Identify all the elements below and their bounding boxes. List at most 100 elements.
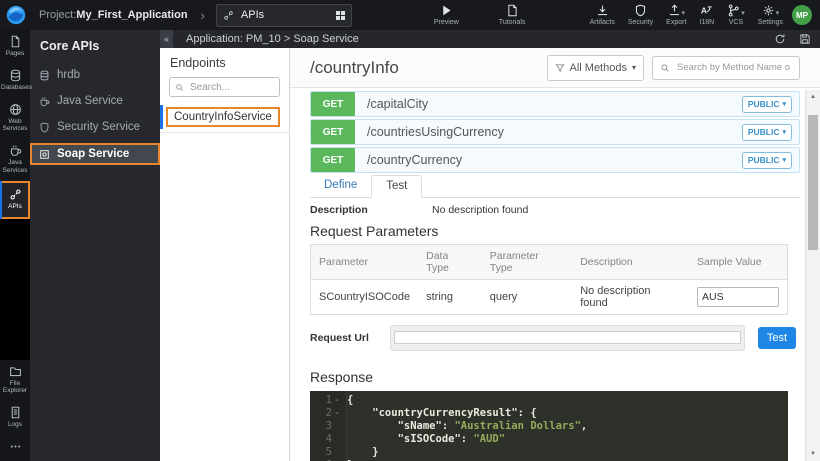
tab-define[interactable]: Define	[310, 175, 371, 197]
cell-sample-value	[689, 280, 788, 315]
fold-marker	[332, 433, 342, 446]
export-button[interactable]: ▾Export	[666, 4, 686, 26]
tab-test[interactable]: Test	[371, 175, 422, 198]
request-parameters-title: Request Parameters	[310, 223, 805, 239]
artifacts-button[interactable]: Artifacts	[590, 4, 615, 26]
folder-icon	[9, 365, 22, 378]
save-icon[interactable]	[799, 33, 811, 45]
core-apis-list: hrdb Java Service Security Service Soap Ser…	[30, 62, 160, 165]
method-search-input[interactable]	[675, 61, 792, 74]
endpoints-search-input[interactable]	[188, 81, 274, 94]
sample-value-input[interactable]	[697, 287, 779, 307]
collapse-panel-button[interactable]: «	[160, 30, 173, 48]
db-icon	[39, 70, 50, 81]
main-panel: /countryInfo All Methods ▾ GET/capitalCi…	[290, 48, 820, 461]
rail-top-group: PagesDatabasesWeb Services Java Services A…	[0, 30, 30, 219]
method-badge[interactable]: GET	[311, 92, 355, 116]
vcs-button[interactable]: ▾VCS	[727, 4, 745, 26]
core-apis-title: Core APIs	[30, 30, 160, 62]
chevron-down-icon: ▾	[782, 100, 786, 108]
method-badge[interactable]: GET	[311, 120, 355, 144]
i18n-icon: A	[700, 4, 713, 17]
core-api-item-java-service[interactable]: Java Service	[30, 88, 160, 114]
rail-item-apis[interactable]: APIs	[0, 181, 30, 219]
description-label: Description	[310, 204, 432, 216]
fold-marker[interactable]: -	[332, 394, 342, 407]
rail-item-file-explorer[interactable]: File Explorer	[0, 360, 30, 402]
scroll-up-arrow[interactable]: ▲	[806, 91, 820, 103]
endpoint-path: /countryCurrency	[367, 153, 742, 167]
method-badge[interactable]: GET	[311, 148, 355, 172]
core-api-item-soap-service[interactable]: Soap Service	[30, 143, 160, 165]
play-icon	[440, 4, 453, 17]
line-number: 3	[310, 420, 332, 433]
api-icon	[9, 188, 22, 201]
app-selector-label: APIs	[241, 9, 329, 21]
access-dropdown[interactable]: PUBLIC▾	[742, 124, 792, 141]
i18n-button[interactable]: A I18N	[699, 4, 714, 26]
request-url-box	[390, 325, 745, 351]
description-value: No description found	[432, 204, 528, 216]
code-segment: "sISOCode":	[347, 433, 473, 445]
action-label: Security	[628, 19, 653, 26]
endpoint-row[interactable]: GET/capitalCityPUBLIC▾	[310, 91, 800, 117]
rail-item-pages[interactable]: Pages	[0, 30, 30, 64]
funnel-icon	[555, 63, 565, 73]
core-api-item-label: Security Service	[57, 121, 140, 133]
core-api-item-hrdb[interactable]: hrdb	[30, 62, 160, 88]
preview-button[interactable]: Preview	[434, 4, 459, 26]
rail-item-logs[interactable]: Logs	[0, 401, 30, 435]
code-text: "countryCurrencyResult": {	[347, 407, 537, 420]
gear-icon	[762, 4, 775, 17]
scroll-down-arrow[interactable]: ▼	[806, 448, 820, 460]
code-line: 2- "countryCurrencyResult": {	[310, 407, 788, 420]
db-icon	[9, 69, 22, 82]
grid-icon[interactable]	[336, 11, 345, 20]
endpoints-search[interactable]	[169, 77, 280, 97]
rail-item-databases[interactable]: Databases	[0, 64, 30, 98]
access-dropdown[interactable]: PUBLIC▾	[742, 152, 792, 169]
methods-filter-dropdown[interactable]: All Methods ▾	[547, 55, 645, 81]
book-icon	[506, 4, 519, 17]
test-button[interactable]: Test	[758, 327, 796, 349]
action-label: Settings	[758, 19, 783, 26]
user-avatar[interactable]: MP	[792, 5, 812, 25]
access-dropdown[interactable]: PUBLIC▾	[742, 96, 792, 113]
settings-button[interactable]: ▾ Settings	[758, 4, 783, 26]
endpoints-list: CountryInfoService	[160, 106, 289, 133]
app-selector[interactable]: APIs	[216, 4, 352, 27]
action-label: I18N	[699, 19, 714, 26]
page-title: /countryInfo	[310, 58, 539, 78]
request-url-row: Request Url Test	[310, 325, 800, 351]
top-bar: Project:My_First_Application › APIs Prev…	[0, 0, 820, 30]
core-api-item-security-service[interactable]: Security Service	[30, 114, 160, 140]
rail-item-web-services[interactable]: Web Services	[0, 98, 30, 140]
fold-marker	[332, 446, 342, 459]
security-button[interactable]: Security	[628, 4, 653, 26]
rail-item-label: Logs	[8, 421, 22, 429]
scrollbar-thumb[interactable]	[808, 115, 818, 250]
method-search[interactable]	[652, 56, 800, 80]
soap-icon	[39, 149, 50, 160]
rail-item-label: Java Services	[1, 159, 29, 175]
core-api-item-label: hrdb	[57, 69, 80, 81]
line-number: 5	[310, 446, 332, 459]
fold-marker[interactable]: -	[332, 407, 342, 420]
tab-bar: DefineTest	[310, 175, 800, 198]
application-header: « Application: PM_10 > Soap Service	[160, 30, 820, 48]
rail-item-java-services[interactable]: Java Services	[0, 139, 30, 181]
response-editor[interactable]: 1-{2- "countryCurrencyResult": {3 "sName…	[310, 391, 788, 461]
cell-data_type: string	[418, 280, 482, 315]
tutorials-button[interactable]: Tutorials	[499, 4, 526, 26]
endpoint-row[interactable]: GET/countryCurrencyPUBLIC▾	[310, 147, 800, 173]
endpoint-service-item[interactable]: CountryInfoService	[160, 106, 289, 133]
vertical-scrollbar[interactable]: ▲ ▼	[805, 90, 820, 461]
refresh-icon[interactable]	[774, 33, 786, 45]
code-segment: "sName":	[347, 420, 454, 432]
endpoint-row[interactable]: GET/countriesUsingCurrencyPUBLIC▾	[310, 119, 800, 145]
code-segment: {	[347, 394, 353, 406]
chevron-down-icon: ▾	[741, 10, 745, 17]
rail-item-more[interactable]	[0, 435, 30, 461]
chevron-down-icon: ▾	[776, 10, 780, 17]
request-url-input[interactable]	[394, 331, 741, 344]
